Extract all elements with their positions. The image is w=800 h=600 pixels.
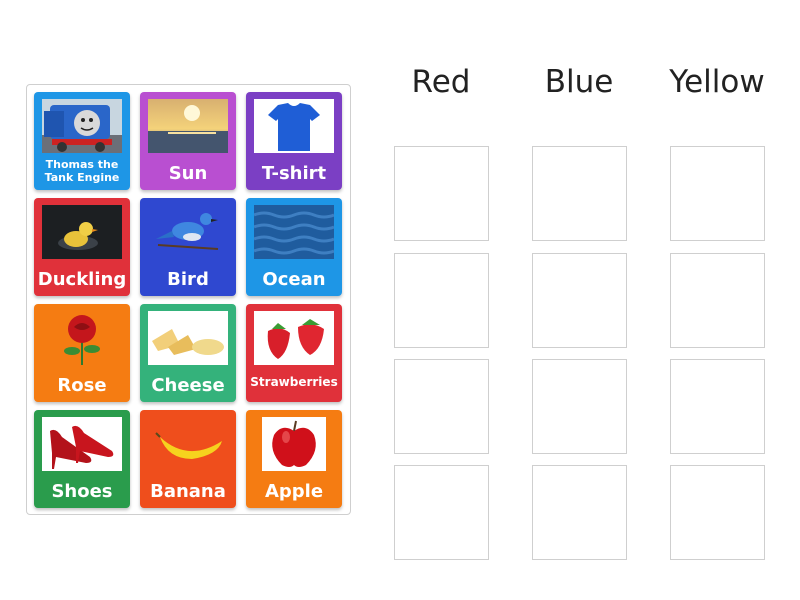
cheese-picture <box>148 311 228 365</box>
drop-slot-blue[interactable] <box>532 359 627 454</box>
card-label: T-shirt <box>261 163 327 184</box>
drop-slot-red[interactable] <box>394 253 489 348</box>
card-banana[interactable]: Banana <box>140 410 236 508</box>
card-rose[interactable]: Rose <box>34 304 130 402</box>
ocean-picture <box>254 205 334 259</box>
card-strawberries[interactable]: Strawberries <box>246 304 342 402</box>
bluebird-picture <box>148 205 228 259</box>
train-picture <box>42 99 122 153</box>
drop-slot-red[interactable] <box>394 465 489 560</box>
card-tshirt[interactable]: T-shirt <box>246 92 342 190</box>
card-label: Strawberries <box>250 375 338 389</box>
apple-picture <box>262 417 326 471</box>
drop-slot-yellow[interactable] <box>670 253 765 348</box>
tshirt-picture <box>254 99 334 153</box>
sunset-picture <box>148 99 228 153</box>
card-bird[interactable]: Bird <box>140 198 236 296</box>
drop-slot-blue[interactable] <box>532 253 627 348</box>
card-label: Banana <box>150 481 226 502</box>
card-cheese[interactable]: Cheese <box>140 304 236 402</box>
shoes-picture <box>42 417 122 471</box>
rose-picture <box>42 311 122 365</box>
card-label: Shoes <box>51 481 113 502</box>
card-apple[interactable]: Apple <box>246 410 342 508</box>
card-sun[interactable]: Sun <box>140 92 236 190</box>
duckling-picture <box>42 205 122 259</box>
drop-slot-yellow[interactable] <box>670 465 765 560</box>
drop-slot-red[interactable] <box>394 359 489 454</box>
drop-slot-blue[interactable] <box>532 146 627 241</box>
card-duckling[interactable]: Duckling <box>34 198 130 296</box>
strawberries-picture <box>254 311 334 365</box>
drop-slot-yellow[interactable] <box>670 146 765 241</box>
card-label: Rose <box>57 375 107 396</box>
card-label: Ocean <box>262 269 326 290</box>
card-label: Bird <box>167 269 209 290</box>
card-ocean[interactable]: Ocean <box>246 198 342 296</box>
card-shoes[interactable]: Shoes <box>34 410 130 508</box>
drop-slot-yellow[interactable] <box>670 359 765 454</box>
drop-slot-red[interactable] <box>394 146 489 241</box>
column-heading-yellow: Yellow <box>669 64 765 100</box>
banana-picture <box>148 417 228 471</box>
drop-slot-blue[interactable] <box>532 465 627 560</box>
card-label: Cheese <box>151 375 225 396</box>
card-thomas[interactable]: Thomas the Tank Engine <box>34 92 130 190</box>
card-label: Thomas the Tank Engine <box>44 158 120 184</box>
card-label: Sun <box>168 163 208 184</box>
card-label: Apple <box>264 481 324 502</box>
column-heading-red: Red <box>411 64 471 100</box>
column-heading-blue: Blue <box>544 64 614 100</box>
card-label: Duckling <box>37 269 127 290</box>
